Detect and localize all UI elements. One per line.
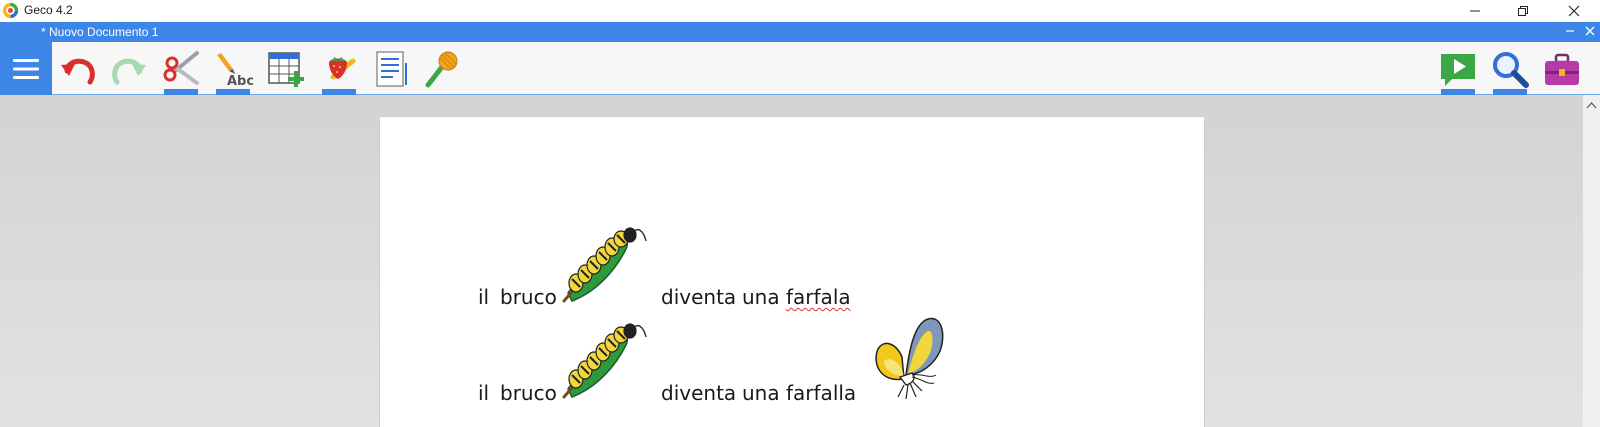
voice-button[interactable]: [418, 42, 466, 95]
scissors-icon: [163, 50, 199, 85]
document-close-button[interactable]: [1582, 23, 1598, 39]
scroll-up-arrow-icon[interactable]: [1586, 101, 1597, 109]
redo-icon: [112, 58, 146, 84]
butterfly-icon[interactable]: [870, 313, 950, 401]
toolbox-button[interactable]: [1538, 42, 1586, 95]
misspelled-word[interactable]: farfala: [786, 285, 851, 309]
close-icon: [1585, 26, 1595, 36]
minimize-icon: [1566, 30, 1574, 32]
document-minimize-button[interactable]: [1562, 23, 1578, 39]
play-speech-icon: [1441, 53, 1475, 86]
document-tab-title[interactable]: * Nuovo Documento 1: [41, 25, 158, 39]
document-list-button[interactable]: [367, 42, 415, 95]
caterpillar-icon[interactable]: [554, 213, 654, 305]
geco-logo-icon: [2, 2, 19, 19]
insert-table-button[interactable]: [262, 42, 310, 95]
document-page[interactable]: il bruco diventa una farfala il bruco di…: [379, 116, 1205, 427]
symbols-button[interactable]: [315, 42, 363, 95]
app-title: Geco 4.2: [24, 3, 73, 17]
restore-button[interactable]: [1500, 0, 1546, 22]
document-lines-icon: [376, 50, 407, 87]
redo-button[interactable]: [104, 42, 152, 95]
close-icon: [1568, 5, 1580, 17]
table-add-icon: [268, 51, 304, 87]
strawberry-icon: [329, 56, 356, 79]
close-button[interactable]: [1551, 0, 1597, 22]
search-button[interactable]: [1486, 42, 1534, 95]
spell-check-button[interactable]: Abc: [209, 42, 257, 95]
restore-icon: [1518, 6, 1528, 16]
document-tab-bar: * Nuovo Documento 1: [0, 22, 1600, 42]
cut-button[interactable]: [157, 42, 205, 95]
menu-button[interactable]: [0, 42, 52, 95]
vertical-scrollbar[interactable]: [1583, 95, 1600, 427]
pencil-abc-icon: Abc: [217, 52, 253, 89]
word[interactable]: il: [478, 381, 489, 405]
caterpillar-icon[interactable]: [554, 309, 654, 401]
svg-text:Abc: Abc: [227, 74, 253, 89]
word[interactable]: una: [742, 381, 780, 405]
magnifier-icon: [1493, 51, 1529, 88]
minimize-icon: [1470, 10, 1480, 12]
undo-icon: [61, 58, 95, 84]
read-aloud-button[interactable]: [1434, 42, 1482, 95]
word[interactable]: diventa: [661, 285, 736, 309]
word[interactable]: una: [742, 285, 780, 309]
word[interactable]: bruco: [500, 285, 557, 309]
hamburger-icon: [13, 58, 39, 79]
microphone-icon: [425, 51, 458, 87]
briefcase-icon: [1545, 53, 1579, 85]
window-titlebar: Geco 4.2: [0, 0, 1600, 22]
undo-button[interactable]: [55, 42, 103, 95]
word[interactable]: diventa: [661, 381, 736, 405]
minimize-button[interactable]: [1452, 0, 1498, 22]
main-toolbar: Abc: [0, 42, 1600, 95]
word[interactable]: bruco: [500, 381, 557, 405]
word[interactable]: il: [478, 285, 489, 309]
word[interactable]: farfalla: [786, 381, 856, 405]
